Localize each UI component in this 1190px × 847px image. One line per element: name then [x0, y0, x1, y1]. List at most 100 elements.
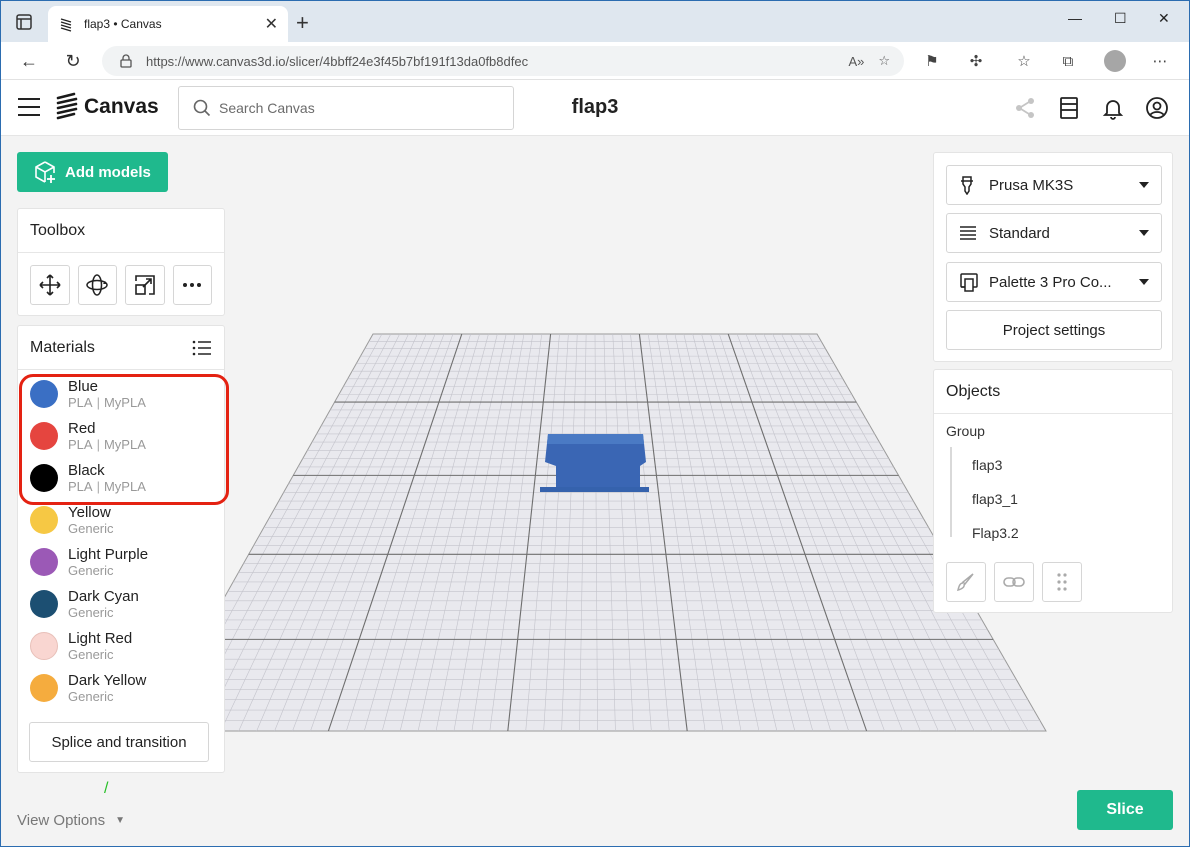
- material-name: Dark Cyan: [68, 587, 139, 605]
- material-name: Blue: [68, 377, 99, 395]
- refresh-icon[interactable]: ↻: [62, 50, 84, 72]
- project-settings-button[interactable]: Project settings: [946, 310, 1162, 350]
- more-tools-button[interactable]: [172, 265, 212, 305]
- chevron-down-icon: [1139, 182, 1149, 188]
- material-name: Red: [68, 419, 96, 437]
- view-options-dropdown[interactable]: View Options ▼: [17, 812, 125, 829]
- link-icon: [1003, 577, 1025, 587]
- scale-icon: [134, 275, 155, 295]
- print-settings-panel: Prusa MK3S Standard Palette 3 Pro Co... …: [933, 152, 1173, 362]
- material-brand: MyPLA: [103, 436, 146, 452]
- more-icon: [183, 283, 202, 287]
- material-type: Generic: [68, 604, 114, 620]
- device-dropdown[interactable]: Palette 3 Pro Co...: [946, 262, 1162, 302]
- material-swatch[interactable]: [30, 380, 58, 408]
- paint-button[interactable]: [946, 562, 986, 602]
- chevron-down-icon: ▼: [115, 815, 126, 826]
- favorite-add-icon[interactable]: ☆: [878, 53, 890, 69]
- material-item-blue[interactable]: Blue PLA | MyPLA: [18, 373, 224, 415]
- printer-dropdown[interactable]: Prusa MK3S: [946, 165, 1162, 205]
- axis-indicator-icon: /: [104, 780, 109, 797]
- list-icon[interactable]: [192, 340, 212, 356]
- material-swatch[interactable]: [30, 506, 58, 534]
- new-tab-icon[interactable]: +: [296, 10, 309, 36]
- material-item-dark-yellow[interactable]: Dark Yellow Generic: [18, 667, 224, 709]
- extension-icon[interactable]: ⚑: [922, 52, 942, 72]
- material-item-light-purple[interactable]: Light Purple Generic: [18, 541, 224, 583]
- logo[interactable]: Canvas: [56, 92, 159, 122]
- brand-name: Canvas: [84, 95, 159, 118]
- profile-avatar[interactable]: [1104, 50, 1126, 72]
- material-swatch[interactable]: [30, 674, 58, 702]
- back-icon[interactable]: ←: [18, 50, 40, 72]
- material-name: Light Purple: [68, 545, 149, 563]
- add-cube-icon: [35, 161, 55, 183]
- toolbox-panel: Toolbox: [17, 208, 225, 316]
- object-item-flap3-1[interactable]: flap3_1: [972, 491, 1018, 507]
- close-tab-icon[interactable]: ✕: [265, 14, 278, 34]
- canvas-favicon-icon: [60, 18, 72, 32]
- close-window-icon[interactable]: ✕: [1158, 10, 1170, 27]
- bell-icon[interactable]: [1101, 96, 1125, 120]
- material-type: PLA: [68, 478, 93, 494]
- account-icon[interactable]: [1145, 96, 1169, 120]
- search-icon: [193, 99, 211, 117]
- library-icon[interactable]: [1057, 96, 1081, 120]
- search-input[interactable]: [219, 100, 499, 116]
- material-swatch[interactable]: [30, 632, 58, 660]
- move-tool-button[interactable]: [30, 265, 70, 305]
- material-brand: MyPLA: [103, 478, 146, 494]
- url-text: https://www.canvas3d.io/slicer/4bbff24e3…: [146, 53, 529, 69]
- slice-button[interactable]: Slice: [1077, 790, 1173, 830]
- object-group-label[interactable]: Group: [946, 423, 985, 439]
- address-bar-row: ← ↻ https://www.canvas3d.io/slicer/4bbff…: [0, 42, 1190, 80]
- rotate-tool-button[interactable]: [77, 265, 117, 305]
- material-swatch[interactable]: [30, 548, 58, 576]
- puzzle-icon[interactable]: ✣: [966, 52, 986, 72]
- material-item-yellow[interactable]: Yellow Generic: [18, 499, 224, 541]
- read-aloud-icon[interactable]: A»: [848, 54, 864, 69]
- model-flap3[interactable]: [540, 434, 649, 492]
- share-icon[interactable]: [1013, 96, 1037, 120]
- link-button[interactable]: [994, 562, 1034, 602]
- material-type: PLA: [68, 394, 93, 410]
- object-item-flap3-2[interactable]: Flap3.2: [972, 525, 1019, 541]
- material-name: Dark Yellow: [68, 671, 147, 689]
- arrange-button[interactable]: [1042, 562, 1082, 602]
- material-type: PLA: [68, 436, 93, 452]
- grip-icon: [1057, 573, 1067, 591]
- material-item-red[interactable]: Red PLA | MyPLA: [18, 415, 224, 457]
- profile-label: Standard: [989, 224, 1050, 242]
- material-type: Generic: [68, 520, 114, 536]
- menu-icon[interactable]: [18, 98, 40, 116]
- material-brand: MyPLA: [103, 394, 146, 410]
- splice-transition-button[interactable]: Splice and transition: [29, 722, 209, 762]
- material-item-black[interactable]: Black PLA | MyPLA: [18, 457, 224, 499]
- app-header: Canvas flap3: [0, 80, 1190, 136]
- material-swatch[interactable]: [30, 464, 58, 492]
- url-field[interactable]: https://www.canvas3d.io/slicer/4bbff24e3…: [102, 46, 904, 76]
- more-menu-icon[interactable]: ⋯: [1150, 52, 1170, 72]
- palette-device-icon: [960, 273, 978, 292]
- search-box[interactable]: [178, 86, 514, 130]
- profile-dropdown[interactable]: Standard: [946, 213, 1162, 253]
- canvas-logo-icon: [56, 92, 78, 120]
- object-item-flap3[interactable]: flap3: [972, 457, 1002, 473]
- material-item-dark-cyan[interactable]: Dark Cyan Generic: [18, 583, 224, 625]
- layers-icon: [960, 226, 976, 240]
- minimize-icon[interactable]: —: [1068, 10, 1082, 26]
- material-swatch[interactable]: [30, 590, 58, 618]
- browser-tab-bar: flap3 • Canvas ✕ + — ☐ ✕: [0, 0, 1190, 42]
- collections-icon[interactable]: ⧉: [1058, 52, 1078, 72]
- move-icon: [39, 274, 61, 296]
- brush-icon: [956, 573, 974, 592]
- tab-actions-icon[interactable]: [14, 12, 34, 32]
- add-models-button[interactable]: Add models: [17, 152, 168, 192]
- scale-tool-button[interactable]: [125, 265, 165, 305]
- favorites-icon[interactable]: ☆: [1014, 52, 1034, 72]
- material-item-light-red[interactable]: Light Red Generic: [18, 625, 224, 667]
- materials-title: Materials: [30, 338, 95, 356]
- maximize-icon[interactable]: ☐: [1114, 10, 1127, 27]
- browser-tab[interactable]: flap3 • Canvas ✕: [48, 6, 288, 42]
- material-swatch[interactable]: [30, 422, 58, 450]
